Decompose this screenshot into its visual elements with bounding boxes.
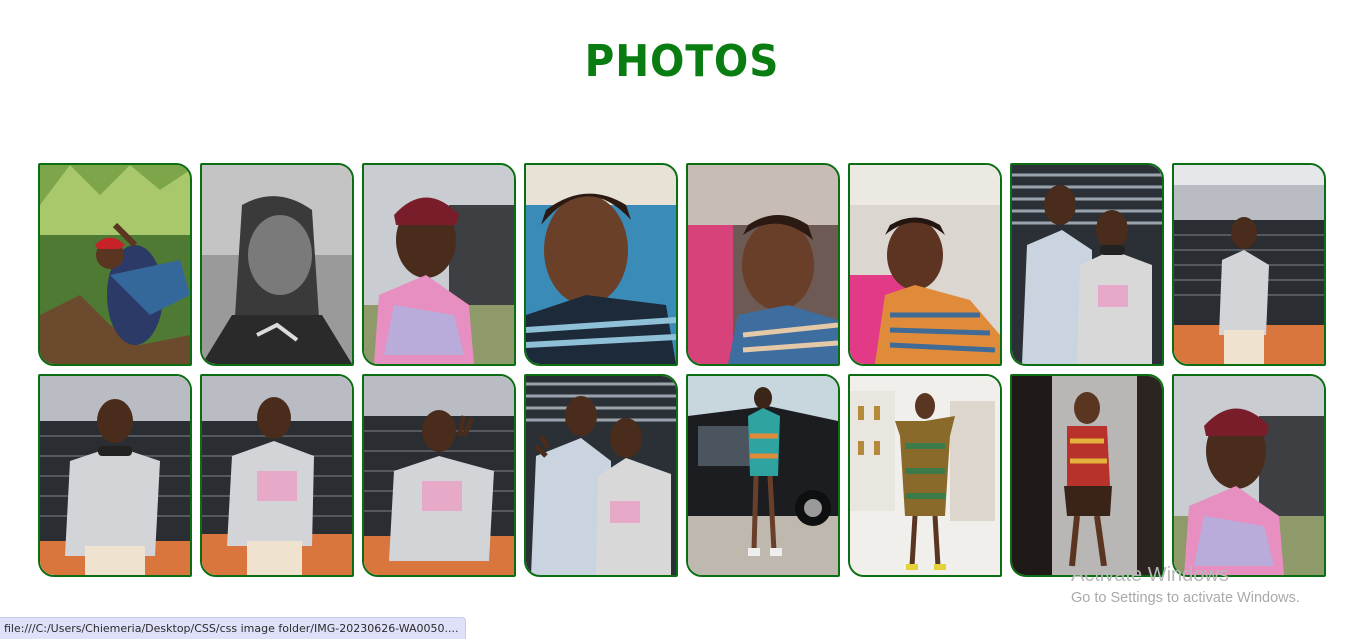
photo-image <box>40 376 190 575</box>
gallery-photo[interactable] <box>848 163 1002 366</box>
photo-gallery <box>38 163 1328 577</box>
page-title: PHOTOS <box>584 36 780 87</box>
gallery-photo[interactable] <box>1010 163 1164 366</box>
gallery-photo[interactable] <box>1172 163 1326 366</box>
gallery-photo[interactable] <box>362 163 516 366</box>
link-status-bar: file:///C:/Users/Chiemeria/Desktop/CSS/c… <box>0 617 466 639</box>
photo-image <box>1174 165 1324 364</box>
gallery-photo[interactable] <box>686 163 840 366</box>
gallery-photo[interactable] <box>200 163 354 366</box>
photo-image <box>1012 165 1162 364</box>
photo-image <box>364 376 514 575</box>
photo-image <box>202 165 352 364</box>
photo-image <box>40 165 190 364</box>
gallery-photo[interactable] <box>524 374 678 577</box>
gallery-photo[interactable] <box>38 374 192 577</box>
photo-image <box>1012 376 1162 575</box>
gallery-photo[interactable] <box>38 163 192 366</box>
photo-image <box>526 165 676 364</box>
gallery-photo[interactable] <box>362 374 516 577</box>
photo-image <box>688 165 838 364</box>
gallery-photo[interactable] <box>1010 374 1164 577</box>
photo-image <box>850 376 1000 575</box>
photo-image <box>688 376 838 575</box>
gallery-photo[interactable] <box>848 374 1002 577</box>
gallery-photo[interactable] <box>686 374 840 577</box>
gallery-photo[interactable] <box>200 374 354 577</box>
watermark-subtitle: Go to Settings to activate Windows. <box>1071 590 1300 606</box>
gallery-photo[interactable] <box>1172 374 1326 577</box>
gallery-photo[interactable] <box>524 163 678 366</box>
photo-image <box>202 376 352 575</box>
photo-image <box>1174 376 1324 575</box>
photo-image <box>850 165 1000 364</box>
photo-image <box>364 165 514 364</box>
photo-image <box>526 376 676 575</box>
